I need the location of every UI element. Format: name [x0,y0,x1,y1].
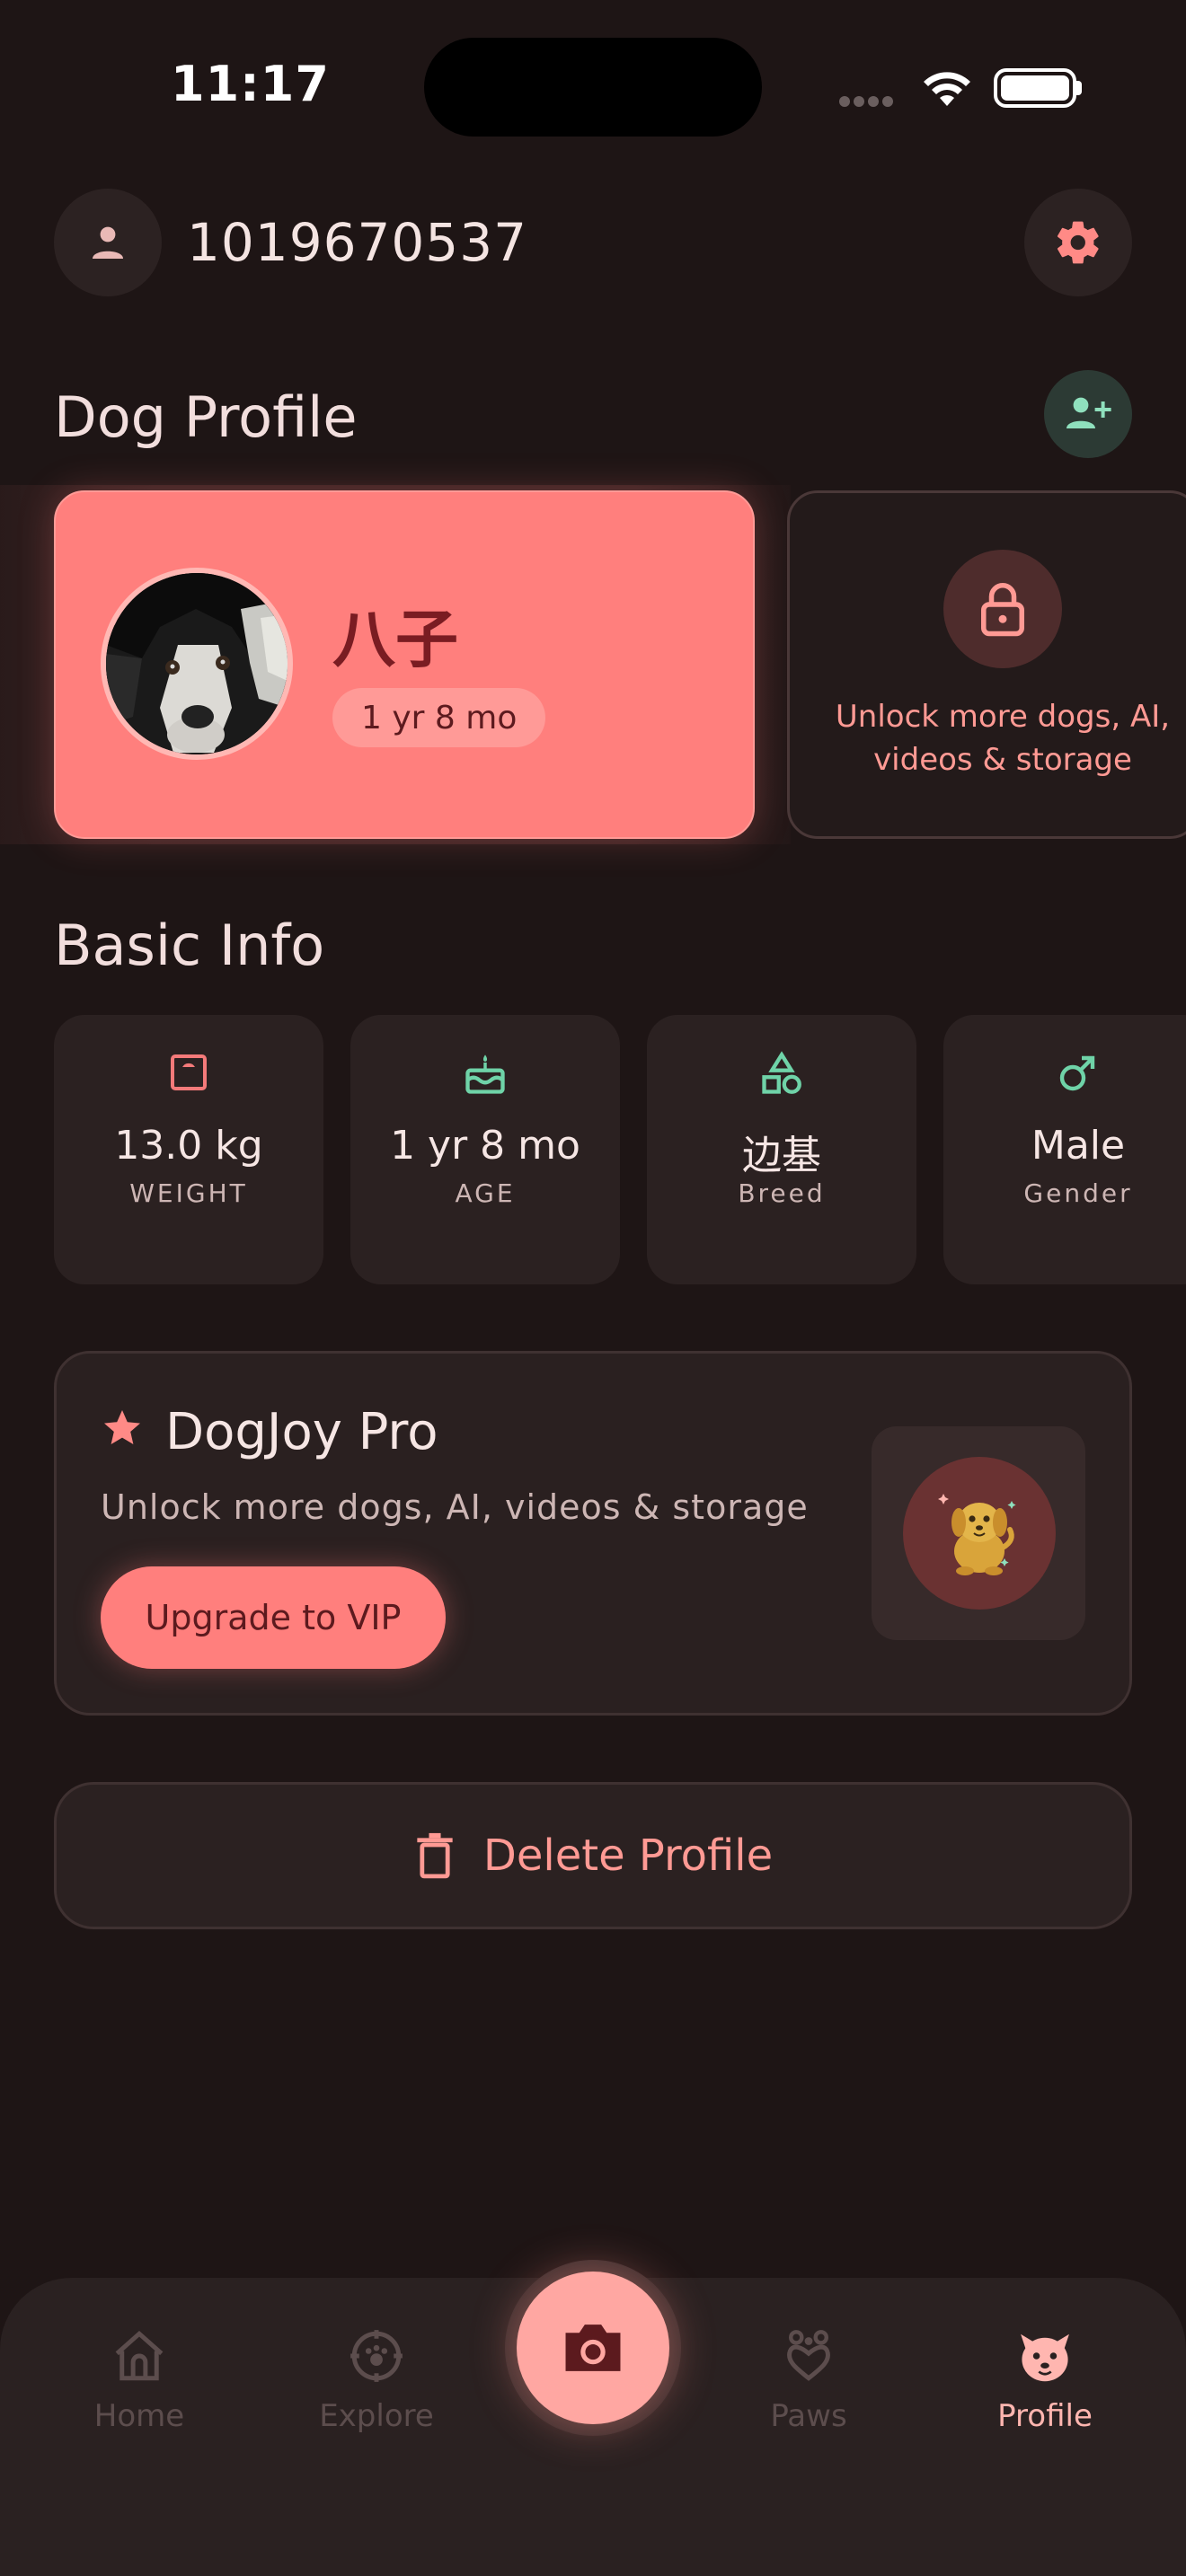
nav-explore-label: Explore [319,2398,434,2434]
paws-icon [787,2330,830,2381]
wifi-icon [920,66,974,111]
breed-label: Breed [738,1178,826,1208]
basic-info-title: Basic Info [54,913,325,978]
delete-profile-label: Delete Profile [482,1831,774,1881]
star-icon [101,1407,144,1453]
pro-subtitle: Unlock more dogs, AI, videos & storage [101,1487,809,1527]
shapes-icon [647,1051,916,1098]
gender-value: Male [1031,1123,1126,1169]
pro-title: DogJoy Pro [165,1403,438,1461]
explore-icon [350,2330,403,2382]
add-person-icon [1067,397,1111,428]
nav-explore[interactable]: Explore [287,2326,466,2434]
person-icon [93,226,123,259]
camera-button[interactable] [517,2272,669,2424]
home-icon [115,2330,164,2381]
user-avatar-button[interactable] [54,189,162,296]
user-id: 1019670537 [187,212,528,273]
cake-icon [350,1051,620,1098]
trash-icon [417,1832,453,1879]
weight-label: WEIGHT [129,1178,248,1208]
upgrade-to-vip-button[interactable]: Upgrade to VIP [101,1566,446,1669]
nav-profile[interactable]: Profile [955,2326,1135,2434]
dynamic-island [424,38,762,137]
nav-profile-label: Profile [997,2398,1093,2434]
nav-home[interactable]: Home [49,2326,229,2434]
battery-tip [1076,81,1082,95]
dog-name: 八子 [332,603,458,676]
male-icon [943,1051,1186,1094]
dog-age-chip: 1 yr 8 mo [332,688,546,747]
gender-label: Gender [1023,1178,1133,1208]
gear-icon [1057,221,1099,264]
lock-icon-circle [943,550,1062,668]
age-label: AGE [455,1178,516,1208]
camera-icon [565,2325,621,2371]
add-dog-button[interactable] [1044,370,1132,458]
dog-face-icon [1021,2333,1069,2382]
nav-paws-label: Paws [770,2398,847,2434]
camera-button-ring [505,2260,681,2436]
delete-profile-button[interactable]: Delete Profile [54,1782,1132,1929]
cartoon-dog-icon [903,1457,1056,1610]
nav-paws[interactable]: Paws [719,2326,898,2434]
nav-home-label: Home [93,2398,185,2434]
lock-icon [981,583,1024,637]
unlock-more-text: Unlock more dogs, AI, videos & storage [835,699,1171,778]
cellular-signal-icon [839,93,902,107]
age-value: 1 yr 8 mo [390,1123,580,1169]
battery-icon [994,68,1076,108]
dog-profile-title: Dog Profile [54,384,358,450]
status-time: 11:17 [171,56,330,112]
scale-icon [54,1051,323,1094]
settings-button[interactable] [1024,189,1132,296]
breed-value: 边基 [742,1133,821,1178]
dog-photo [101,568,293,760]
weight-value: 13.0 kg [114,1123,263,1169]
